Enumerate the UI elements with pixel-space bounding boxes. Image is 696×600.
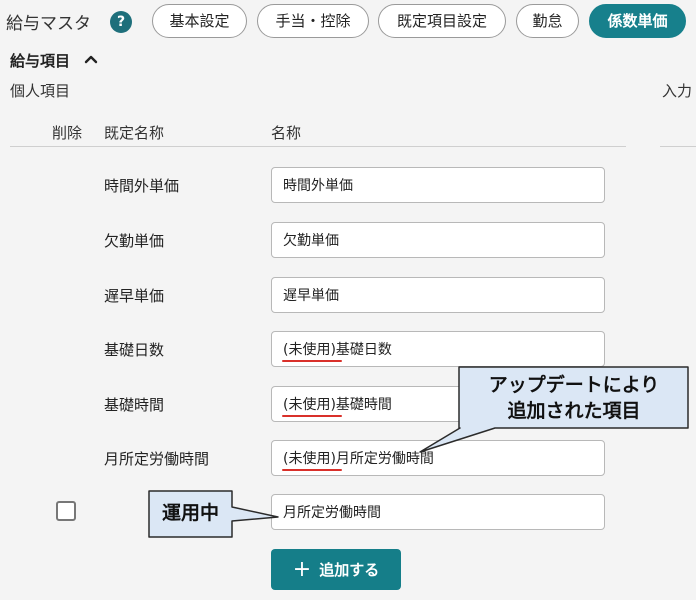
column-header-default-name: 既定名称 [104, 124, 165, 142]
row-default-name: 遅早単価 [104, 287, 165, 305]
add-button[interactable]: + 追加する [271, 549, 401, 590]
tab-basic-settings[interactable]: 基本設定 [152, 4, 247, 38]
right-panel-label: 入力 [662, 82, 693, 100]
column-header-name: 名称 [271, 124, 302, 142]
row-default-name: 月所定労働時間 [104, 450, 210, 468]
update-callout-text: アップデートにより 追加された項目 [488, 374, 660, 422]
row-default-name: 欠勤単価 [104, 232, 165, 250]
unused-underline [282, 469, 342, 471]
section-subtitle: 個人項目 [10, 82, 71, 100]
row-default-name: 時間外単価 [104, 177, 180, 195]
name-field[interactable] [271, 494, 605, 530]
delete-checkbox[interactable] [56, 501, 76, 521]
name-field[interactable] [271, 167, 605, 203]
row-default-name: 基礎時間 [104, 396, 165, 414]
app-title: 給与マスタ [6, 14, 91, 34]
name-field[interactable] [271, 277, 605, 313]
right-panel-divider [660, 146, 696, 147]
name-field[interactable] [271, 222, 605, 258]
chevron-up-icon[interactable] [83, 52, 99, 66]
help-icon[interactable]: ? [110, 11, 132, 33]
in-use-callout-text: 運用中 [161, 502, 219, 524]
plus-icon: + [292, 556, 312, 582]
add-button-label: 追加する [319, 561, 380, 579]
column-header-delete: 削除 [52, 124, 83, 142]
header-divider [10, 146, 626, 147]
tab-attendance[interactable]: 勤怠 [516, 4, 579, 38]
unused-underline [282, 415, 342, 417]
row-default-name: 基礎日数 [104, 341, 165, 359]
tab-default-items[interactable]: 既定項目設定 [378, 4, 506, 38]
unused-underline [282, 360, 342, 362]
tab-allowances-deductions[interactable]: 手当・控除 [257, 4, 369, 38]
tab-coefficient-unit-price[interactable]: 係数単価 [589, 4, 686, 38]
section-title[interactable]: 給与項目 [10, 50, 70, 71]
